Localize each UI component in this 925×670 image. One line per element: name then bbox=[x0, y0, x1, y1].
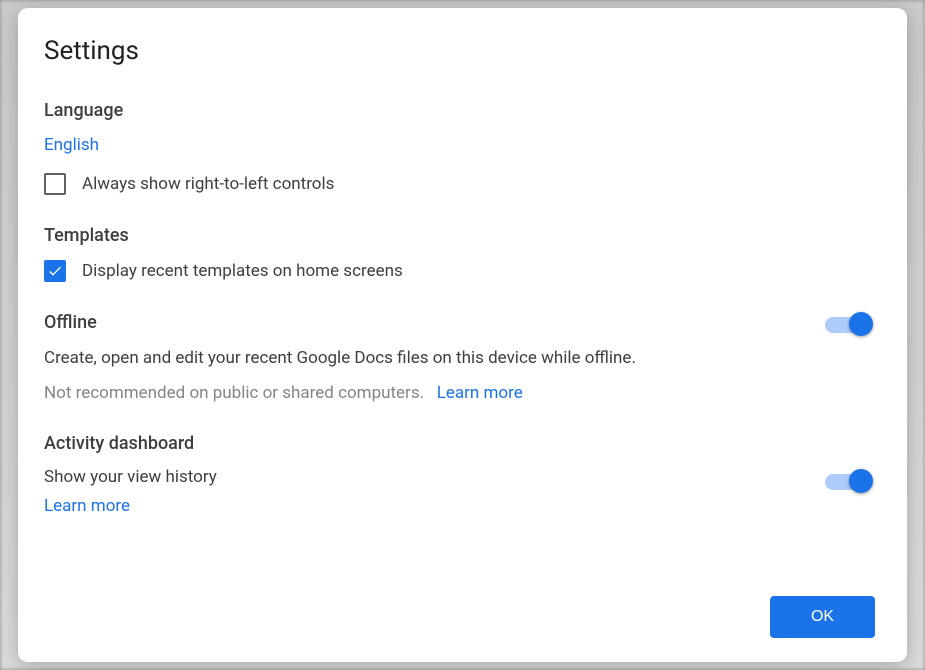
templates-checkbox-label: Display recent templates on home screens bbox=[82, 261, 403, 281]
language-section: Language English Always show right-to-le… bbox=[44, 100, 875, 195]
activity-section: Activity dashboard Show your view histor… bbox=[44, 433, 875, 516]
settings-dialog: Settings Language English Always show ri… bbox=[18, 8, 907, 662]
offline-section: Offline Create, open and edit your recen… bbox=[44, 312, 875, 403]
activity-toggle[interactable] bbox=[825, 469, 869, 493]
ok-button[interactable]: OK bbox=[770, 596, 875, 638]
activity-heading: Activity dashboard bbox=[44, 433, 875, 454]
offline-toggle[interactable] bbox=[825, 312, 869, 336]
templates-checkbox-row: Display recent templates on home screens bbox=[44, 260, 875, 282]
rtl-checkbox[interactable] bbox=[44, 173, 66, 195]
offline-heading: Offline bbox=[44, 312, 875, 333]
toggle-thumb bbox=[849, 469, 873, 493]
offline-learn-more-link[interactable]: Learn more bbox=[437, 383, 523, 403]
templates-checkbox[interactable] bbox=[44, 260, 66, 282]
toggle-thumb bbox=[849, 312, 873, 336]
rtl-checkbox-label: Always show right-to-left controls bbox=[82, 174, 334, 194]
rtl-checkbox-row: Always show right-to-left controls bbox=[44, 173, 875, 195]
templates-heading: Templates bbox=[44, 225, 875, 246]
activity-description: Show your view history bbox=[44, 466, 875, 490]
dialog-button-row: OK bbox=[44, 576, 875, 638]
offline-description: Create, open and edit your recent Google… bbox=[44, 347, 875, 371]
language-link[interactable]: English bbox=[44, 135, 99, 155]
offline-warning-row: Not recommended on public or shared comp… bbox=[44, 383, 875, 403]
templates-section: Templates Display recent templates on ho… bbox=[44, 225, 875, 282]
activity-learn-more-link[interactable]: Learn more bbox=[44, 496, 130, 516]
dialog-title: Settings bbox=[44, 36, 875, 66]
language-heading: Language bbox=[44, 100, 875, 121]
checkmark-icon bbox=[47, 263, 63, 279]
offline-warning: Not recommended on public or shared comp… bbox=[44, 383, 424, 403]
